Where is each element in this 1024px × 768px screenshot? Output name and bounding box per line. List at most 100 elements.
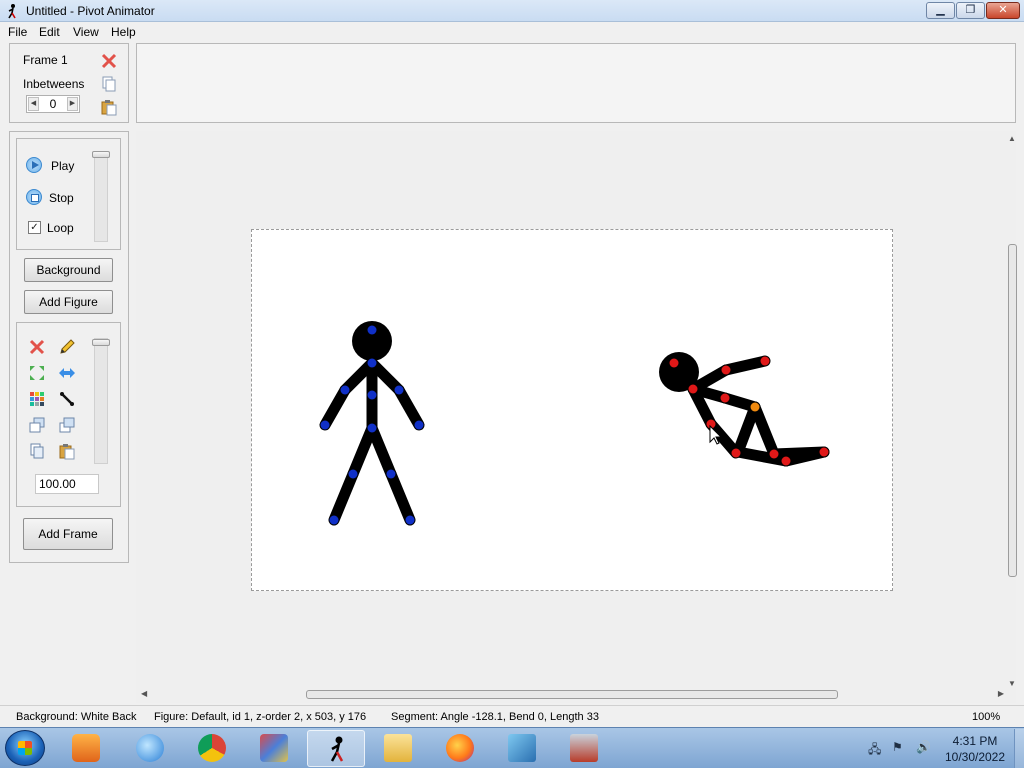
taskbar-firefox[interactable] [431,730,489,767]
joint-handle[interactable] [386,469,396,479]
start-button[interactable] [5,730,45,766]
taskbar-file-explorer[interactable] [369,730,427,767]
taskbar-chrome[interactable] [183,730,241,767]
joint-handle[interactable] [760,356,770,366]
joint-handle[interactable] [320,420,330,430]
volume-icon[interactable]: 🔊 [916,740,931,754]
play-icon[interactable] [26,157,42,173]
figure-colour-icon[interactable] [28,390,46,408]
inbetweens-value[interactable]: 0 [39,97,67,111]
animation-stage[interactable] [251,229,893,591]
vertical-scrollbar[interactable]: ▲ ▼ [1004,131,1020,691]
copy-figure-icon[interactable] [28,442,46,460]
scroll-down-arrow-icon[interactable]: ▼ [1008,679,1016,688]
stepper-decrease-button[interactable]: ◀ [28,97,39,111]
figure-scale-input[interactable]: 100.00 [35,474,99,494]
status-bar: Background: White Back Figure: Default, … [0,705,1024,727]
close-button[interactable]: ✕ [986,2,1020,19]
joint-handle[interactable] [414,420,424,430]
title-bar: Untitled - Pivot Animator ▁ ❐ ✕ [0,0,1024,22]
joint-handle[interactable] [721,365,731,375]
show-desktop-button[interactable] [1014,729,1024,768]
taskbar-media-player[interactable] [57,730,115,767]
add-frame-button[interactable]: Add Frame [23,518,113,550]
selected-joint-handle[interactable] [750,402,760,412]
menu-edit[interactable]: Edit [39,25,60,39]
scroll-right-arrow-icon[interactable]: ▶ [998,689,1004,698]
joint-handle[interactable] [769,449,779,459]
joint-handle[interactable] [329,515,339,525]
loop-label[interactable]: Loop [47,221,74,235]
horizontal-scroll-thumb[interactable] [306,690,838,699]
figure-scale-slider-thumb[interactable] [92,339,110,346]
paint-icon [508,734,536,762]
paste-frame-icon[interactable] [100,98,118,116]
taskbar-thunderbird[interactable] [121,730,179,767]
paste-figure-icon[interactable] [58,442,76,460]
stop-icon[interactable] [26,189,42,205]
clock-time[interactable]: 4:31 PM [944,734,1006,748]
horizontal-scrollbar[interactable]: ◀ ▶ [138,687,1004,703]
joint-handle[interactable] [781,456,791,466]
add-figure-button[interactable]: Add Figure [24,290,113,314]
bring-to-front-icon[interactable] [28,416,46,434]
flip-figure-icon[interactable] [28,364,46,382]
vertical-scroll-thumb[interactable] [1008,244,1017,577]
joint-handle[interactable] [340,385,350,395]
menu-view[interactable]: View [73,25,99,39]
joint-handle[interactable] [394,385,404,395]
background-button[interactable]: Background [24,258,113,282]
menu-file[interactable]: File [8,25,27,39]
firefox-icon [446,734,474,762]
copy-frame-icon[interactable] [100,75,118,93]
stop-label[interactable]: Stop [49,191,74,205]
joint-handle[interactable] [688,384,698,394]
join-segment-icon[interactable] [58,390,76,408]
standing-stickfigure[interactable] [319,357,425,526]
delete-frame-icon[interactable] [100,52,118,70]
minimize-button[interactable]: ▁ [926,2,955,19]
frame-panel: Frame 1 Inbetweens ◀ 0 ▶ [9,43,129,123]
joint-handle[interactable] [669,358,679,368]
delete-figure-icon[interactable] [28,338,46,356]
menu-help[interactable]: Help [111,25,136,39]
thunderbird-icon [136,734,164,762]
joint-handle[interactable] [405,515,415,525]
taskbar-game[interactable] [245,730,303,767]
inbetweens-stepper[interactable]: ◀ 0 ▶ [26,95,80,113]
action-center-flag-icon[interactable]: ⚑ [892,740,906,754]
menu-bar: File Edit View Help [0,22,1024,41]
stage-canvas[interactable] [252,230,892,590]
network-icon[interactable]: 🖧 [868,740,882,756]
joint-handle[interactable] [367,325,377,335]
loop-checkbox[interactable]: ✓ [28,221,41,234]
joint-handle[interactable] [731,448,741,458]
fallen-stickfigure[interactable] [687,355,830,467]
joint-handle[interactable] [819,447,829,457]
pivot-animator-icon [330,736,344,762]
status-background: Background: White Back [16,711,137,723]
restore-button[interactable]: ❐ [956,2,985,19]
joint-handle[interactable] [367,358,377,368]
scroll-up-arrow-icon[interactable]: ▲ [1008,134,1016,143]
joint-handle[interactable] [720,393,730,403]
window-title: Untitled - Pivot Animator [26,4,155,18]
speed-slider[interactable] [92,151,110,242]
stepper-increase-button[interactable]: ▶ [67,97,78,111]
scroll-left-arrow-icon[interactable]: ◀ [141,689,147,698]
mirror-figure-arrow-icon[interactable] [58,364,76,382]
joint-handle[interactable] [367,423,377,433]
frames-timeline[interactable] [136,43,1016,123]
joint-handle[interactable] [348,469,358,479]
speed-slider-thumb[interactable] [92,151,110,158]
taskbar-pivot-animator[interactable] [307,730,365,767]
play-label[interactable]: Play [51,159,74,173]
frame-label: Frame 1 [23,53,68,67]
figure-scale-slider[interactable] [92,338,110,464]
clock-date[interactable]: 10/30/2022 [944,750,1006,764]
joint-handle[interactable] [367,390,377,400]
taskbar-photo-viewer[interactable] [555,730,613,767]
send-to-back-icon[interactable] [58,416,76,434]
edit-figure-pencil-icon[interactable] [58,338,76,356]
taskbar-paint[interactable] [493,730,551,767]
